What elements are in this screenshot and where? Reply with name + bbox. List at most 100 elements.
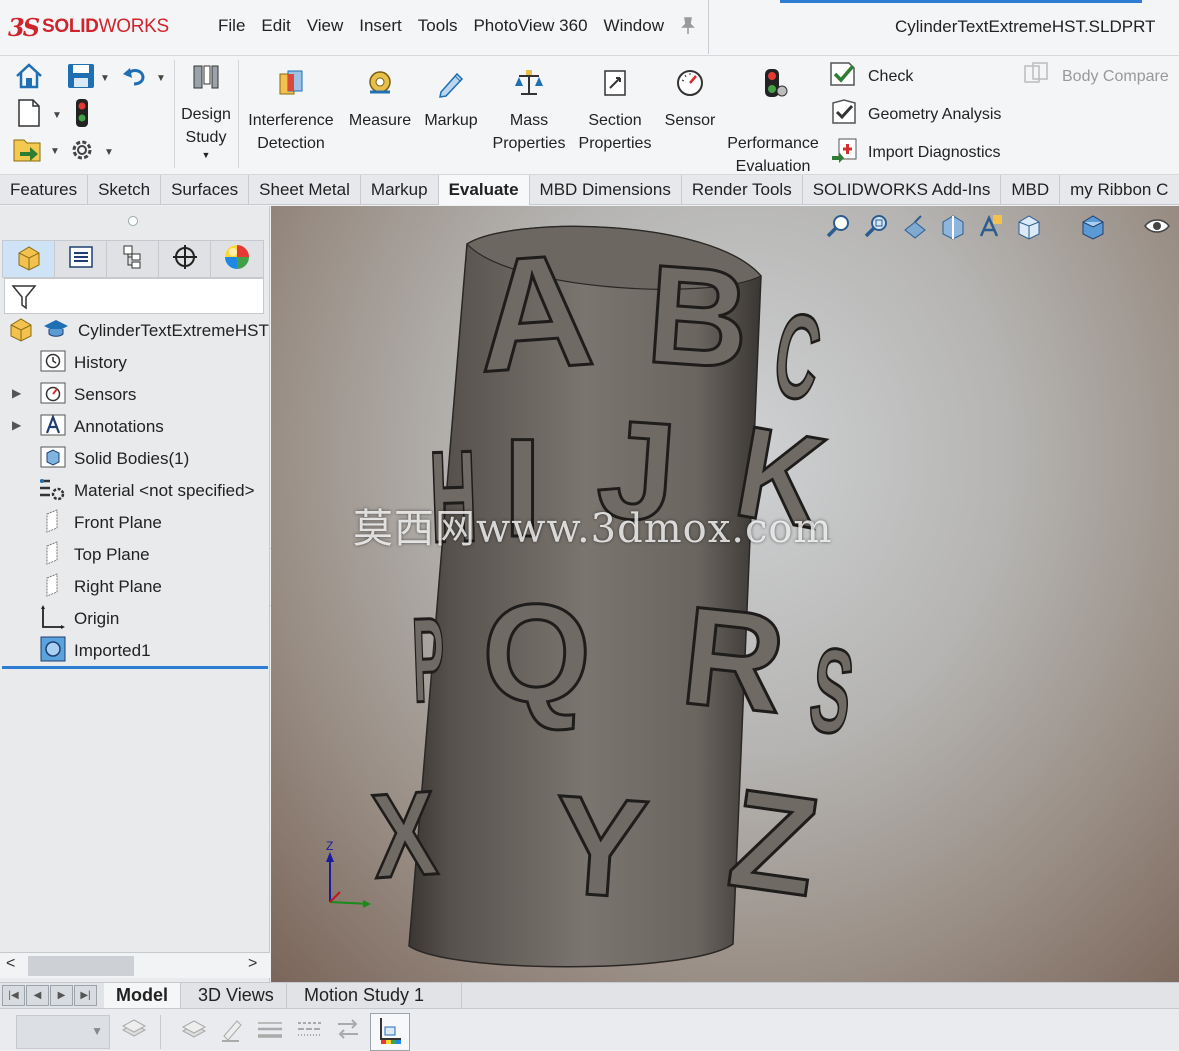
tab-model[interactable]: Model xyxy=(104,983,181,1009)
tab-render-tools[interactable]: Render Tools xyxy=(682,175,803,205)
line-format-layer-button[interactable] xyxy=(180,1017,208,1045)
tab-sheet-metal[interactable]: Sheet Metal xyxy=(249,175,361,205)
rollback-bar[interactable] xyxy=(2,666,268,669)
tree-item-material[interactable]: Material <not specified> xyxy=(38,476,255,506)
reference-triad[interactable]: Z xyxy=(311,836,371,917)
measure-label: Measure xyxy=(348,112,412,129)
body-compare-label: Body Compare xyxy=(1062,67,1169,85)
home-button[interactable] xyxy=(14,62,44,95)
tree-root-part[interactable]: CylinderTextExtremeHST xyxy=(8,316,269,346)
section-properties-button[interactable]: Section Properties xyxy=(574,68,656,155)
tab-features[interactable]: Features xyxy=(0,175,89,205)
display-manager-tab[interactable] xyxy=(211,241,263,277)
sensor-button[interactable]: Sensor xyxy=(660,68,720,132)
rebuild-button[interactable] xyxy=(72,98,92,133)
tab-solidworks-addins[interactable]: SOLIDWORKS Add-Ins xyxy=(803,175,1002,205)
pin-icon[interactable] xyxy=(678,16,698,41)
scroll-right-icon[interactable]: > xyxy=(248,955,257,973)
tab-mbd[interactable]: MBD xyxy=(1001,175,1061,205)
solidworks-logo[interactable]: 3S SOLIDWORKS xyxy=(8,12,169,42)
menu-photoview[interactable]: PhotoView 360 xyxy=(465,16,595,36)
markup-button[interactable]: Markup xyxy=(420,68,482,132)
graphics-viewport[interactable]: ABCHIJKPQRSXYZ 莫西网www.3dmox.com Z xyxy=(271,206,1179,982)
tree-item-right-plane[interactable]: Right Plane xyxy=(40,572,162,602)
filter-funnel-icon[interactable] xyxy=(11,283,37,316)
tab-mbd-dimensions[interactable]: MBD Dimensions xyxy=(530,175,682,205)
layer-button[interactable] xyxy=(120,1017,148,1045)
line-style-button[interactable] xyxy=(296,1017,324,1045)
tab-surfaces[interactable]: Surfaces xyxy=(161,175,250,205)
options-dropdown-icon[interactable]: ▼ xyxy=(104,147,114,158)
tree-item-imported1[interactable]: Imported1 xyxy=(40,636,151,666)
tab-sketch[interactable]: Sketch xyxy=(88,175,162,205)
new-document-button[interactable]: ▼ xyxy=(16,98,62,133)
measure-button[interactable]: Measure xyxy=(346,68,414,132)
tree-item-top-plane[interactable]: Top Plane xyxy=(40,540,150,570)
design-study-dropdown-icon[interactable]: ▼ xyxy=(176,149,236,161)
tab-3d-views[interactable]: 3D Views xyxy=(186,983,287,1009)
hide-show-edges-button[interactable] xyxy=(334,1017,362,1045)
menu-edit[interactable]: Edit xyxy=(253,16,298,36)
color-display-mode-button[interactable] xyxy=(370,1013,410,1051)
save-button[interactable]: ▼ xyxy=(66,62,110,95)
design-study-label-1: Design xyxy=(181,106,231,123)
import-diagnostics-button[interactable]: Import Diagnostics xyxy=(830,136,1001,169)
geometry-analysis-button[interactable]: Geometry Analysis xyxy=(830,98,1001,131)
new-dropdown-icon[interactable]: ▼ xyxy=(52,110,62,121)
undo-button[interactable]: ▼ xyxy=(122,64,166,93)
design-study-button[interactable]: Design Study ▼ xyxy=(176,62,236,161)
last-tab-icon[interactable]: ▶| xyxy=(74,985,97,1006)
ribbon-separator xyxy=(174,60,175,168)
tree-item-annotations[interactable]: Annotations xyxy=(40,412,164,442)
performance-evaluation-button[interactable]: Performance Evaluation xyxy=(724,68,822,178)
line-color-button[interactable] xyxy=(218,1017,246,1045)
panel-grip[interactable] xyxy=(128,216,138,226)
first-tab-icon[interactable]: |◀ xyxy=(2,985,25,1006)
tree-item-sensors[interactable]: Sensors xyxy=(40,380,136,410)
feature-manager-tab[interactable] xyxy=(3,241,55,277)
options-button[interactable]: ▼ xyxy=(68,136,114,169)
menu-tools[interactable]: Tools xyxy=(410,16,466,36)
menu-file[interactable]: File xyxy=(210,16,253,36)
tree-item-label: Solid Bodies(1) xyxy=(74,449,190,468)
scrollbar-thumb[interactable] xyxy=(28,956,134,976)
open-folder-icon xyxy=(12,134,44,169)
traffic-light-icon xyxy=(72,98,92,133)
open-button[interactable]: ▼ xyxy=(12,134,60,169)
tree-item-solid-bodies[interactable]: Solid Bodies(1) xyxy=(40,444,189,474)
expand-annotations-icon[interactable]: ▶ xyxy=(12,386,21,400)
next-tab-icon[interactable]: ▶ xyxy=(50,985,73,1006)
configuration-select[interactable]: ▼ xyxy=(16,1015,110,1049)
menu-view[interactable]: View xyxy=(299,16,352,36)
brand-name-bold: SOLID xyxy=(42,16,99,37)
tab-my-ribbon[interactable]: my Ribbon C xyxy=(1060,175,1178,205)
tree-horizontal-scrollbar[interactable]: < > xyxy=(0,952,270,978)
tree-item-label: Front Plane xyxy=(74,513,162,532)
tree-item-history[interactable]: History xyxy=(40,348,127,378)
line-thickness-button[interactable] xyxy=(256,1017,284,1045)
save-dropdown-icon[interactable]: ▼ xyxy=(100,73,110,84)
expand-solid-bodies-icon[interactable]: ▶ xyxy=(12,418,21,432)
check-button[interactable]: Check xyxy=(828,60,913,93)
scroll-left-icon[interactable]: < xyxy=(6,955,15,973)
interference-detection-button[interactable]: Interference Detection xyxy=(244,68,338,155)
undo-dropdown-icon[interactable]: ▼ xyxy=(156,73,166,84)
menu-insert[interactable]: Insert xyxy=(351,16,410,36)
tab-motion-study[interactable]: Motion Study 1 xyxy=(292,983,462,1009)
open-dropdown-icon[interactable]: ▼ xyxy=(50,146,60,157)
dimxpert-manager-tab[interactable] xyxy=(159,241,211,277)
tab-markup[interactable]: Markup xyxy=(361,175,439,205)
configuration-manager-tab[interactable] xyxy=(107,241,159,277)
tab-evaluate[interactable]: Evaluate xyxy=(438,175,530,205)
tree-item-front-plane[interactable]: Front Plane xyxy=(40,508,162,538)
mass-properties-label-1: Mass xyxy=(509,112,549,129)
tree-item-origin[interactable]: Origin xyxy=(40,604,119,634)
cylinder-model[interactable]: A B CH I J KP Q R SX Y Z xyxy=(271,206,1179,982)
prev-tab-icon[interactable]: ◀ xyxy=(26,985,49,1006)
section-properties-label-1: Section xyxy=(588,112,642,129)
property-manager-tab[interactable] xyxy=(55,241,107,277)
menu-window[interactable]: Window xyxy=(596,16,672,36)
tree-filter-box[interactable] xyxy=(4,278,264,314)
mass-properties-button[interactable]: Mass Properties xyxy=(488,68,570,155)
origin-icon xyxy=(40,604,66,635)
